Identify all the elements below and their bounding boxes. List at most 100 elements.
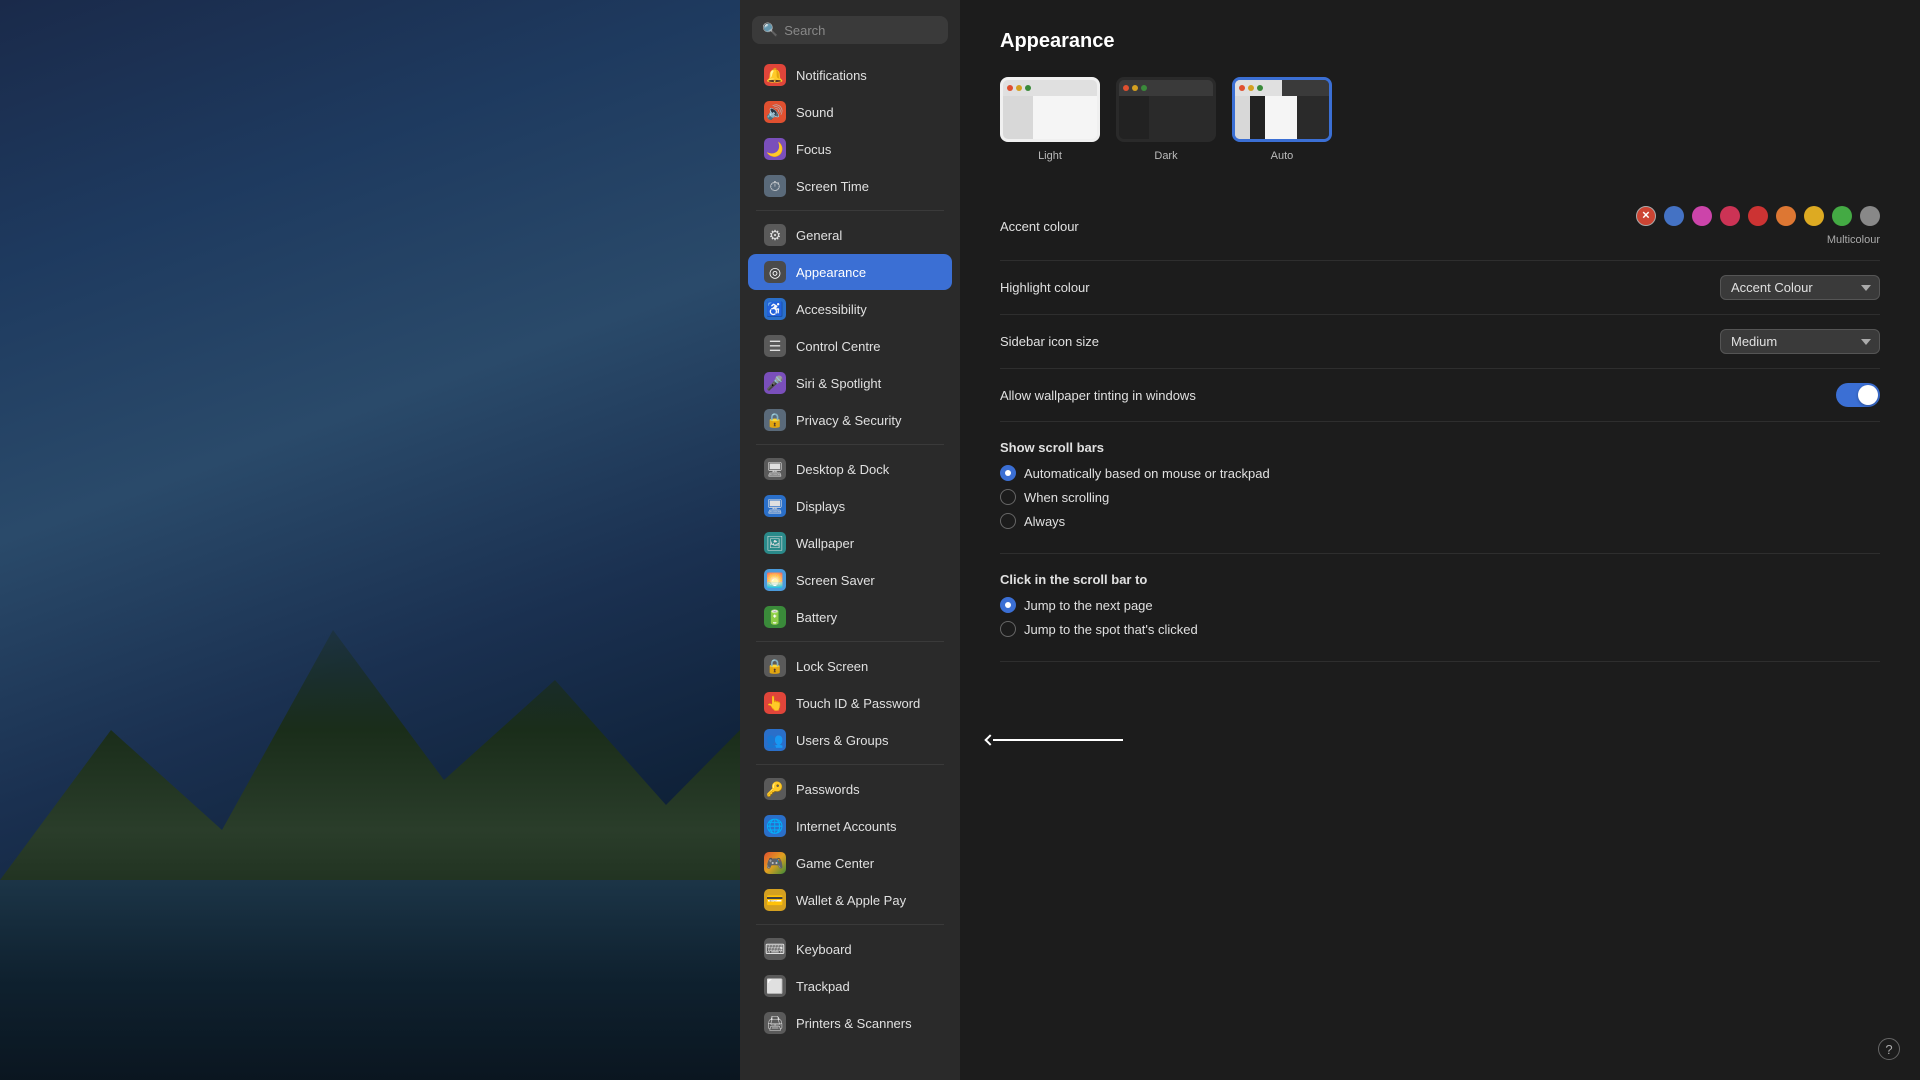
preview-bar-dark (1119, 80, 1213, 96)
sidebar-item-general[interactable]: ⚙ General (748, 217, 952, 253)
sidebar-icon-size-row: Sidebar icon size Medium Small Large (1000, 315, 1880, 369)
wallpaper-tinting-label: Allow wallpaper tinting in windows (1000, 388, 1196, 403)
click-spot-clicked-radio[interactable] (1000, 621, 1016, 637)
sidebar-item-wallpaper[interactable]: 🖼 Wallpaper (748, 525, 952, 561)
wallpaper-tinting-control[interactable] (1836, 383, 1880, 407)
sidebar-item-focus[interactable]: 🌙 Focus (748, 131, 952, 167)
sidebar-item-accessibility[interactable]: ♿ Accessibility (748, 291, 952, 327)
appearance-label-light: Light (1038, 150, 1062, 162)
sidebar-item-control-centre[interactable]: ☰ Control Centre (748, 328, 952, 364)
sidebar-item-label: Internet Accounts (796, 819, 896, 834)
sidebar-item-printers-scanners[interactable]: 🖨 Printers & Scanners (748, 1005, 952, 1041)
search-input[interactable] (784, 23, 938, 38)
appearance-option-auto[interactable]: Auto (1232, 77, 1332, 162)
highlight-colour-control[interactable]: Accent Colour (1720, 275, 1880, 300)
wallet-icon: 💳 (764, 889, 786, 911)
accent-orange[interactable] (1776, 206, 1796, 226)
sidebar-item-label: Game Center (796, 856, 874, 871)
notifications-icon: 🔔 (764, 64, 786, 86)
wallpaper-icon: 🖼 (764, 532, 786, 554)
appearance-preview-light (1000, 77, 1100, 142)
sidebar-item-label: Trackpad (796, 979, 850, 994)
sidebar-item-label: Touch ID & Password (796, 696, 920, 711)
preview-bar-auto (1235, 80, 1329, 96)
appearance-option-light[interactable]: Light (1000, 77, 1100, 162)
sidebar-group-6: ⌨ Keyboard ⬜ Trackpad 🖨 Printers & Scann… (740, 931, 960, 1041)
system-preferences-window: 🔍 🔔 Notifications 🔊 Sound 🌙 Focus (740, 0, 1920, 1080)
click-next-page-option[interactable]: Jump to the next page (1000, 597, 1198, 613)
sidebar-item-label: Sound (796, 105, 834, 120)
sidebar-divider-3 (756, 641, 944, 642)
accent-blue[interactable] (1664, 206, 1684, 226)
scroll-always-radio[interactable] (1000, 513, 1016, 529)
control-centre-icon: ☰ (764, 335, 786, 357)
accent-purple[interactable] (1692, 206, 1712, 226)
preview-dot-red (1007, 85, 1013, 91)
sidebar-item-appearance[interactable]: ◎ Appearance (748, 254, 952, 290)
appearance-option-dark[interactable]: Dark (1116, 77, 1216, 162)
sidebar-item-wallet-apple-pay[interactable]: 💳 Wallet & Apple Pay (748, 882, 952, 918)
sidebar-item-lock-screen[interactable]: 🔒 Lock Screen (748, 648, 952, 684)
click-spot-clicked-option[interactable]: Jump to the spot that's clicked (1000, 621, 1198, 637)
scroll-auto-option[interactable]: Automatically based on mouse or trackpad (1000, 465, 1270, 481)
sidebar-item-label: Screen Time (796, 179, 869, 194)
siri-icon: 🎤 (764, 372, 786, 394)
sidebar-item-displays[interactable]: 🖥 Displays (748, 488, 952, 524)
search-bar[interactable]: 🔍 (752, 16, 948, 44)
sidebar-item-internet-accounts[interactable]: 🌐 Internet Accounts (748, 808, 952, 844)
accent-red[interactable] (1748, 206, 1768, 226)
touch-id-icon: 👆 (764, 692, 786, 714)
sidebar-item-label: Screen Saver (796, 573, 875, 588)
accent-yellow[interactable] (1804, 206, 1824, 226)
sidebar-item-trackpad[interactable]: ⬜ Trackpad (748, 968, 952, 1004)
click-scroll-bar-label: Click in the scroll bar to (1000, 568, 1147, 587)
sidebar-item-users-groups[interactable]: 👥 Users & Groups (748, 722, 952, 758)
sidebar-item-privacy-security[interactable]: 🔒 Privacy & Security (748, 402, 952, 438)
scroll-scrolling-option[interactable]: When scrolling (1000, 489, 1270, 505)
sidebar-item-siri-spotlight[interactable]: 🎤 Siri & Spotlight (748, 365, 952, 401)
help-button[interactable]: ? (1878, 1038, 1900, 1060)
highlight-colour-select[interactable]: Accent Colour (1720, 275, 1880, 300)
preview-sidebar-light (1003, 96, 1033, 139)
preview-sidebar-auto-light (1235, 96, 1250, 139)
sidebar-item-battery[interactable]: 🔋 Battery (748, 599, 952, 635)
help-icon: ? (1885, 1042, 1892, 1057)
sidebar-icon-size-select[interactable]: Medium Small Large (1720, 329, 1880, 354)
sidebar-item-label: Keyboard (796, 942, 852, 957)
scroll-auto-radio[interactable] (1000, 465, 1016, 481)
general-icon: ⚙ (764, 224, 786, 246)
accent-sublabel: Multicolour (1827, 234, 1880, 246)
sidebar-item-sound[interactable]: 🔊 Sound (748, 94, 952, 130)
accent-green[interactable] (1832, 206, 1852, 226)
accent-graphite[interactable] (1860, 206, 1880, 226)
sidebar-divider-4 (756, 764, 944, 765)
sidebar-item-screen-saver[interactable]: 🌅 Screen Saver (748, 562, 952, 598)
sidebar-icon-size-label: Sidebar icon size (1000, 334, 1099, 349)
sidebar-group-2: ⚙ General ◎ Appearance ♿ Accessibility ☰… (740, 217, 960, 438)
sidebar-group-3: 🖥 Desktop & Dock 🖥 Displays 🖼 Wallpaper … (740, 451, 960, 635)
sidebar-item-screen-time[interactable]: ⏱ Screen Time (748, 168, 952, 204)
accent-multicolour[interactable]: ✕ (1636, 206, 1656, 226)
screen-time-icon: ⏱ (764, 175, 786, 197)
sidebar-item-label: Displays (796, 499, 845, 514)
preview-body-auto (1235, 96, 1329, 139)
preview-main-light (1033, 96, 1097, 139)
scroll-scrolling-radio[interactable] (1000, 489, 1016, 505)
scroll-always-option[interactable]: Always (1000, 513, 1270, 529)
sidebar-item-desktop-dock[interactable]: 🖥 Desktop & Dock (748, 451, 952, 487)
accent-colour-row: Accent colour ✕ (1000, 192, 1880, 261)
accent-pink[interactable] (1720, 206, 1740, 226)
accent-colour-label: Accent colour (1000, 219, 1079, 234)
wallpaper-tinting-toggle[interactable] (1836, 383, 1880, 407)
sidebar-item-game-center[interactable]: 🎮 Game Center (748, 845, 952, 881)
click-next-page-radio[interactable] (1000, 597, 1016, 613)
sidebar-item-notifications[interactable]: 🔔 Notifications (748, 57, 952, 93)
scroll-auto-label: Automatically based on mouse or trackpad (1024, 466, 1270, 481)
sidebar-item-keyboard[interactable]: ⌨ Keyboard (748, 931, 952, 967)
desktop-background (0, 0, 740, 1080)
sidebar-item-label: Siri & Spotlight (796, 376, 881, 391)
sidebar-item-passwords[interactable]: 🔑 Passwords (748, 771, 952, 807)
sidebar-icon-size-control[interactable]: Medium Small Large (1720, 329, 1880, 354)
sidebar-item-touch-id[interactable]: 👆 Touch ID & Password (748, 685, 952, 721)
internet-accounts-icon: 🌐 (764, 815, 786, 837)
